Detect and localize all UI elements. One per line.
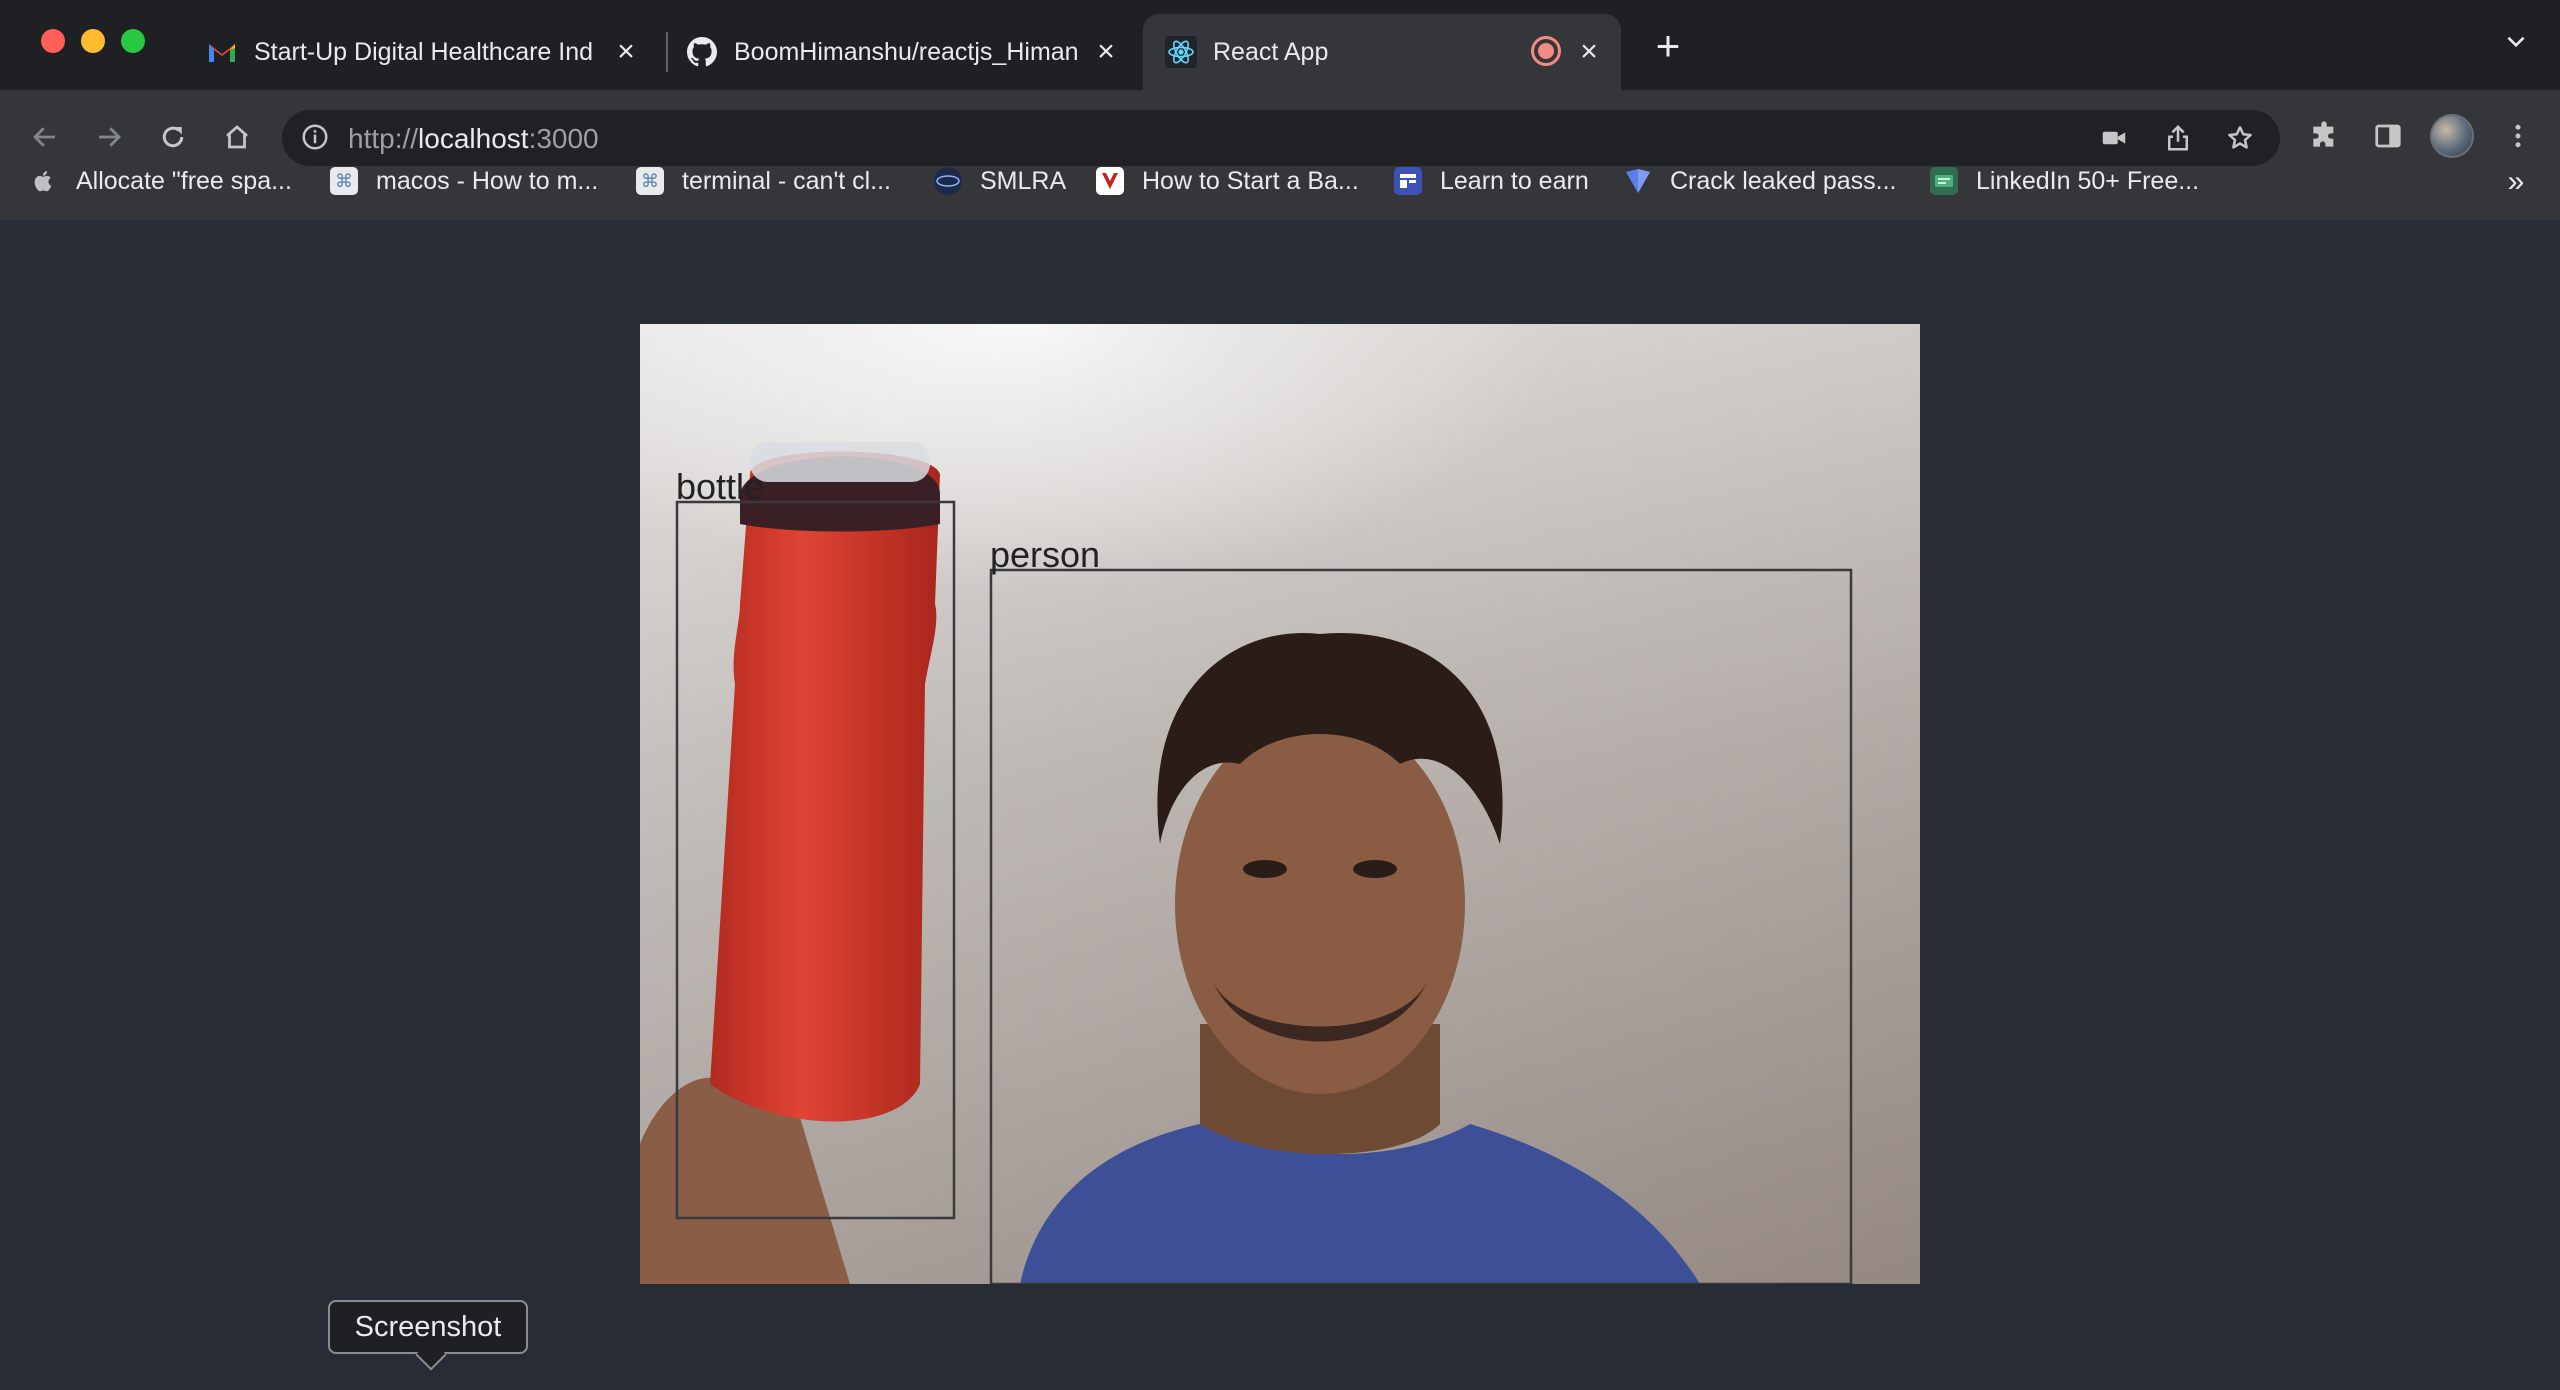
close-icon[interactable]: × (1090, 35, 1122, 68)
tab-separator (666, 32, 668, 72)
bookmark-label: SMLRA (980, 166, 1067, 195)
bottle-cap (750, 442, 930, 482)
webcam-feed: bottle person (640, 324, 1920, 1284)
learn-icon (1394, 167, 1422, 195)
bookmark-item[interactable]: LinkedIn 50+ Free... (1930, 160, 2199, 202)
tab-strip: Start-Up Digital Healthcare Ind × BoomHi… (0, 0, 2560, 90)
linkedin-free-icon (1930, 167, 1958, 195)
camera-icon[interactable] (2098, 122, 2130, 154)
github-icon (686, 36, 718, 68)
bookmark-label: Learn to earn (1440, 166, 1589, 195)
reload-icon (162, 126, 184, 148)
bookmark-label: Crack leaked pass... (1670, 166, 1897, 195)
extensions-button[interactable] (2304, 116, 2344, 156)
url-text[interactable]: http://localhost:3000 (348, 123, 599, 155)
arrow-left-icon (33, 127, 55, 147)
bookmark-item[interactable]: How to Start a Ba... (1096, 160, 1359, 202)
bookmark-item[interactable]: Allocate "free spa... (30, 160, 292, 202)
tab-title: BoomHimanshu/reactjs_Himan (734, 37, 1079, 66)
screenshot-tooltip: Screenshot (328, 1300, 528, 1354)
kebab-menu-icon (2515, 124, 2521, 148)
share-icon[interactable] (2162, 122, 2194, 154)
new-tab-button[interactable]: + (1648, 25, 1688, 67)
bookmark-star-icon[interactable] (2224, 122, 2256, 154)
webcam-scene (640, 324, 1920, 1284)
bookmark-item[interactable]: ⌘ macos - How to m... (330, 160, 598, 202)
chevron-down-icon (2507, 36, 2525, 48)
tab-title: React App (1213, 37, 1329, 66)
recording-icon (1531, 36, 1561, 66)
shield-icon (1624, 167, 1652, 195)
gmail-icon (206, 36, 238, 68)
bookmark-label: Allocate "free spa... (76, 166, 292, 195)
stackexchange-icon: ⌘ (330, 167, 358, 195)
arrow-right-icon (99, 127, 121, 147)
side-panel-button[interactable] (2368, 116, 2408, 156)
tab-react-app[interactable]: React App × (1143, 14, 1621, 90)
smlra-icon (934, 167, 962, 195)
stackexchange-icon: ⌘ (636, 167, 664, 195)
react-icon (1165, 36, 1197, 68)
home-icon (226, 125, 248, 149)
tab-github[interactable]: BoomHimanshu/reactjs_Himan × (686, 14, 1126, 90)
minimize-window-button[interactable] (81, 29, 105, 53)
tab-search-button[interactable] (2498, 28, 2534, 64)
reload-button[interactable] (150, 114, 196, 160)
tab-title: Start-Up Digital Healthcare Ind (254, 37, 594, 66)
bookmark-label: terminal - can't cl... (682, 166, 891, 195)
info-icon[interactable] (300, 122, 332, 154)
side-panel-icon (2375, 124, 2401, 148)
browser-menu-button[interactable] (2498, 116, 2538, 156)
forward-button[interactable] (86, 114, 132, 160)
close-icon[interactable]: × (1573, 35, 1605, 68)
profile-avatar[interactable] (2430, 114, 2474, 158)
close-icon[interactable]: × (610, 35, 642, 68)
detection-label-person: person (990, 534, 1101, 575)
bottle-body (710, 451, 940, 1122)
zoom-window-button[interactable] (121, 29, 145, 53)
puzzle-icon (2313, 121, 2334, 147)
apple-icon (30, 167, 58, 195)
bookmark-label: macos - How to m... (376, 166, 599, 195)
detection-label-bottle: bottle (676, 466, 765, 507)
bookmark-item[interactable]: ⌘ terminal - can't cl... (636, 160, 891, 202)
browser-toolbar: http://localhost:3000 Allocate "free spa… (0, 90, 2560, 236)
bookmark-site-icon (1096, 167, 1124, 195)
bookmarks-overflow-button[interactable]: » (2498, 164, 2534, 200)
bookmark-label: How to Start a Ba... (1142, 166, 1359, 195)
bookmark-item[interactable]: Crack leaked pass... (1624, 160, 1897, 202)
bookmark-item[interactable]: Learn to earn (1394, 160, 1589, 202)
home-button[interactable] (214, 114, 260, 160)
bookmark-label: LinkedIn 50+ Free... (1976, 166, 2200, 195)
close-window-button[interactable] (41, 29, 65, 53)
tab-gmail[interactable]: Start-Up Digital Healthcare Ind × (206, 14, 646, 90)
bookmark-item[interactable]: SMLRA (934, 160, 1066, 202)
back-button[interactable] (22, 114, 68, 160)
address-bar[interactable]: http://localhost:3000 (282, 110, 2280, 166)
